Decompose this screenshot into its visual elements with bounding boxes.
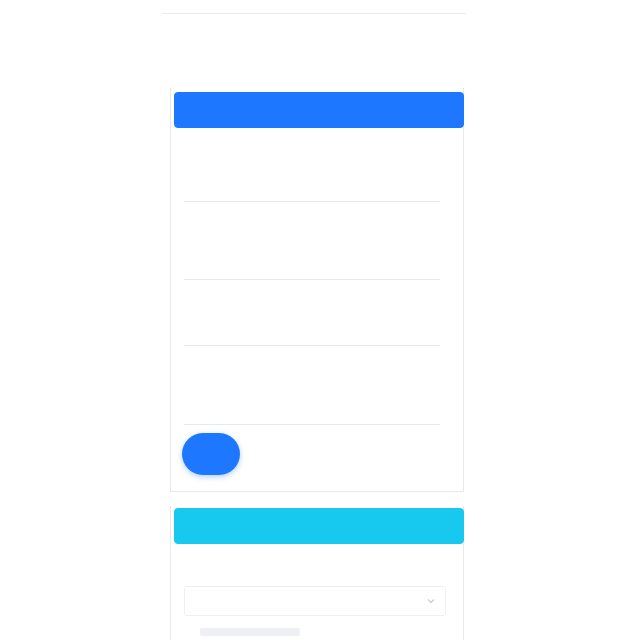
section-header-info	[174, 508, 464, 544]
text-input-4[interactable]	[184, 391, 440, 425]
chevron-down-icon	[427, 599, 435, 604]
page-title	[160, 40, 480, 70]
field-label-1	[180, 145, 450, 163]
field-label-2	[180, 223, 450, 241]
section-header-primary	[174, 92, 464, 128]
dropdown-select[interactable]	[184, 586, 446, 616]
select-label	[180, 560, 450, 578]
top-divider	[162, 13, 466, 14]
field-label-3	[180, 289, 450, 307]
text-input-3[interactable]	[184, 312, 440, 346]
field-label-4	[180, 368, 450, 386]
submit-button[interactable]	[182, 433, 240, 475]
text-input-1[interactable]	[184, 168, 440, 202]
text-input-2[interactable]	[184, 246, 440, 280]
partial-row-below	[200, 628, 300, 636]
